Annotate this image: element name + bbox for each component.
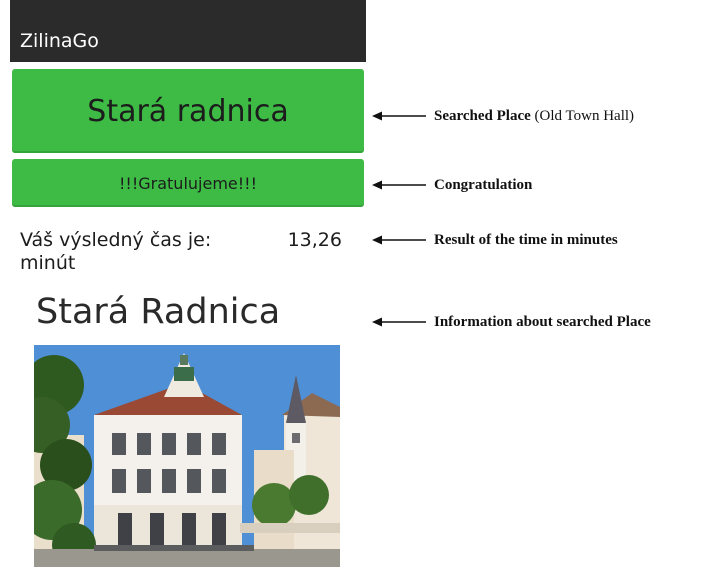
- annotation-result: Result of the time in minutes: [372, 230, 618, 250]
- annotation-searched-place-rest: (Old Town Hall): [534, 107, 635, 124]
- arrow-left-icon: [372, 317, 426, 327]
- old-town-hall-photo: [34, 345, 340, 567]
- annotation-information: Information about searched Place: [372, 312, 651, 332]
- arrow-left-icon: [372, 180, 426, 190]
- phone-screen: ZilinaGo Stará radnica !!!Gratulujeme!!!…: [10, 0, 366, 567]
- result-value: 13,26: [287, 229, 342, 251]
- annotation-searched-place: Searched Place (Old Town Hall): [372, 106, 634, 126]
- congratulation-button[interactable]: !!!Gratulujeme!!!: [12, 159, 364, 207]
- annotation-searched-place-bold: Searched Place: [434, 107, 531, 124]
- app-title: ZilinaGo: [20, 30, 99, 52]
- arrow-left-icon: [372, 111, 426, 121]
- annotation-result-text: Result of the time in minutes: [434, 231, 618, 248]
- result-label: Váš výsledný čas je:: [20, 229, 212, 251]
- annotation-congratulation-text: Congratulation: [434, 176, 533, 193]
- arrow-left-icon: [372, 235, 426, 245]
- annotation-information-text: Information about searched Place: [434, 313, 651, 330]
- result-unit: minút: [20, 252, 76, 274]
- action-bar: ZilinaGo: [10, 0, 366, 62]
- searched-place-button[interactable]: Stará radnica: [12, 69, 364, 153]
- place-info-title: Stará Radnica: [36, 292, 281, 332]
- annotation-congratulation: Congratulation: [372, 175, 532, 195]
